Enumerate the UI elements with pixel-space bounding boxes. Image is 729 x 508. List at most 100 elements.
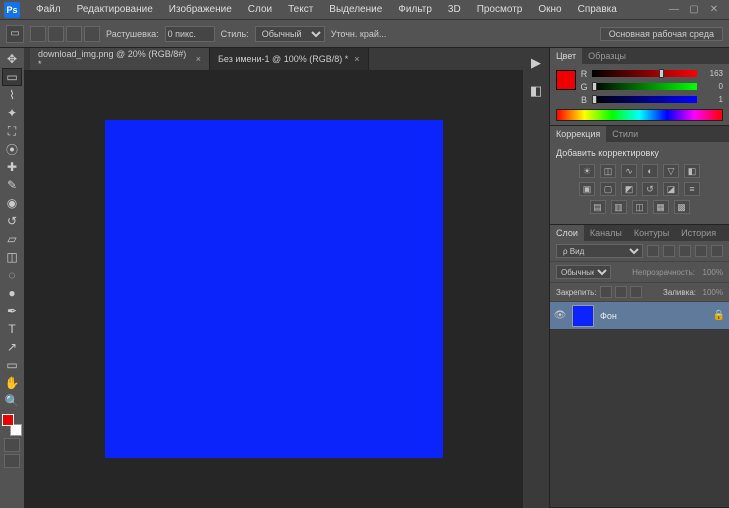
type-tool[interactable]: T: [2, 320, 22, 338]
adj-more-icon[interactable]: ▦: [653, 200, 669, 214]
adj-selective-icon[interactable]: ◫: [632, 200, 648, 214]
color-swatches[interactable]: [2, 414, 22, 436]
refine-edge-button[interactable]: Уточн. край...: [331, 29, 387, 39]
hand-tool[interactable]: ✋: [2, 374, 22, 392]
adj-posterize-icon[interactable]: ≡: [684, 182, 700, 196]
adj-brightness-icon[interactable]: ☀: [579, 164, 595, 178]
styles-tab[interactable]: Стили: [606, 126, 644, 142]
document-tab[interactable]: Без имени-1 @ 100% (RGB/8) *×: [210, 48, 369, 70]
marquee-intersect-icon[interactable]: [84, 26, 100, 42]
adj-channel-mixer-icon[interactable]: ◩: [621, 182, 637, 196]
move-tool[interactable]: ✥: [2, 50, 22, 68]
marquee-sub-icon[interactable]: [66, 26, 82, 42]
expand-dock-icon[interactable]: ▶: [527, 54, 545, 72]
lock-pixels-icon[interactable]: [600, 286, 612, 298]
adj-curves-icon[interactable]: ∿: [621, 164, 637, 178]
color-spectrum[interactable]: [556, 109, 723, 121]
menu-view[interactable]: Просмотр: [469, 0, 531, 19]
menu-window[interactable]: Окно: [530, 0, 569, 19]
eyedropper-tool[interactable]: ⦿: [2, 140, 22, 158]
adj-threshold-icon[interactable]: ▤: [590, 200, 606, 214]
document-tab[interactable]: download_img.png @ 20% (RGB/8#) *×: [30, 48, 210, 70]
blur-tool[interactable]: ◌: [2, 266, 22, 284]
heal-tool[interactable]: ✚: [2, 158, 22, 176]
workspace-switcher[interactable]: Основная рабочая среда: [600, 27, 723, 41]
zoom-tool[interactable]: 🔍: [2, 392, 22, 410]
lock-icon[interactable]: 🔒: [713, 310, 725, 321]
adj-gradient-map-icon[interactable]: ▥: [611, 200, 627, 214]
visibility-icon[interactable]: 👁: [554, 310, 566, 322]
brush-tool[interactable]: ✎: [2, 176, 22, 194]
eraser-tool[interactable]: ▱: [2, 230, 22, 248]
blend-mode-select[interactable]: Обычные: [556, 265, 611, 279]
lock-all-icon[interactable]: [630, 286, 642, 298]
tab-close-icon[interactable]: ×: [354, 54, 359, 64]
document-canvas[interactable]: [105, 120, 443, 458]
layer-filter-select[interactable]: ρ Вид: [556, 244, 643, 258]
panel-foreground-swatch[interactable]: [556, 70, 576, 90]
adj-levels-icon[interactable]: ◫: [600, 164, 616, 178]
filter-smart-icon[interactable]: [711, 245, 723, 257]
channels-tab[interactable]: Каналы: [584, 225, 628, 241]
history-brush-tool[interactable]: ↺: [2, 212, 22, 230]
adj-lookup-icon[interactable]: ↺: [642, 182, 658, 196]
history-tab[interactable]: История: [675, 225, 722, 241]
menu-edit[interactable]: Редактирование: [69, 0, 161, 19]
pen-tool[interactable]: ✒: [2, 302, 22, 320]
quick-mask-icon[interactable]: [4, 438, 20, 452]
adj-photo-filter-icon[interactable]: ▢: [600, 182, 616, 196]
color-tab[interactable]: Цвет: [550, 48, 582, 64]
lock-position-icon[interactable]: [615, 286, 627, 298]
wand-tool[interactable]: ✦: [2, 104, 22, 122]
marquee-rect-icon[interactable]: [30, 26, 46, 42]
tab-close-icon[interactable]: ×: [196, 54, 201, 64]
canvas-area[interactable]: [24, 70, 523, 508]
adjustments-tab[interactable]: Коррекция: [550, 126, 606, 142]
app-logo[interactable]: Ps: [4, 2, 20, 18]
dodge-tool[interactable]: ●: [2, 284, 22, 302]
slider-g[interactable]: [592, 83, 697, 90]
path-tool[interactable]: ↗: [2, 338, 22, 356]
filter-pixel-icon[interactable]: [647, 245, 659, 257]
filter-shape-icon[interactable]: [695, 245, 707, 257]
adj-hue-icon[interactable]: ◧: [684, 164, 700, 178]
history-icon[interactable]: ◧: [527, 82, 545, 100]
menu-image[interactable]: Изображение: [161, 0, 240, 19]
marquee-add-icon[interactable]: [48, 26, 64, 42]
menu-filter[interactable]: Фильтр: [390, 0, 440, 19]
adj-exposure-icon[interactable]: ◐: [642, 164, 658, 178]
menu-text[interactable]: Текст: [280, 0, 321, 19]
menu-3d[interactable]: 3D: [440, 0, 469, 19]
crop-tool[interactable]: ⛶: [2, 122, 22, 140]
marquee-tool[interactable]: ▭: [2, 68, 22, 86]
menu-select[interactable]: Выделение: [321, 0, 390, 19]
screen-mode-icon[interactable]: [4, 454, 20, 468]
adj-more2-icon[interactable]: ▩: [674, 200, 690, 214]
layer-row[interactable]: 👁 Фон 🔒: [550, 302, 729, 330]
stamp-tool[interactable]: ◉: [2, 194, 22, 212]
close-icon[interactable]: ✕: [707, 3, 721, 17]
menu-layers[interactable]: Слои: [240, 0, 280, 19]
paths-tab[interactable]: Контуры: [628, 225, 675, 241]
foreground-swatch[interactable]: [2, 414, 14, 426]
slider-r[interactable]: [592, 70, 697, 77]
adj-bw-icon[interactable]: ▣: [579, 182, 595, 196]
minimize-icon[interactable]: —: [667, 3, 681, 17]
maximize-icon[interactable]: ▢: [687, 3, 701, 17]
lasso-tool[interactable]: ⌇: [2, 86, 22, 104]
adj-invert-icon[interactable]: ◪: [663, 182, 679, 196]
adj-vibrance-icon[interactable]: ▽: [663, 164, 679, 178]
menu-help[interactable]: Справка: [570, 0, 625, 19]
opacity-value[interactable]: 100%: [699, 268, 723, 277]
slider-b[interactable]: [592, 96, 697, 103]
feather-input[interactable]: [165, 26, 215, 42]
menu-file[interactable]: Файл: [28, 0, 69, 19]
filter-adjust-icon[interactable]: [663, 245, 675, 257]
layer-thumbnail[interactable]: [572, 305, 594, 327]
tool-preset-icon[interactable]: ▭: [6, 25, 24, 43]
swatches-tab[interactable]: Образцы: [582, 48, 632, 64]
style-select[interactable]: Обычный: [255, 26, 325, 42]
layers-tab[interactable]: Слои: [550, 225, 584, 241]
gradient-tool[interactable]: ◫: [2, 248, 22, 266]
shape-tool[interactable]: ▭: [2, 356, 22, 374]
